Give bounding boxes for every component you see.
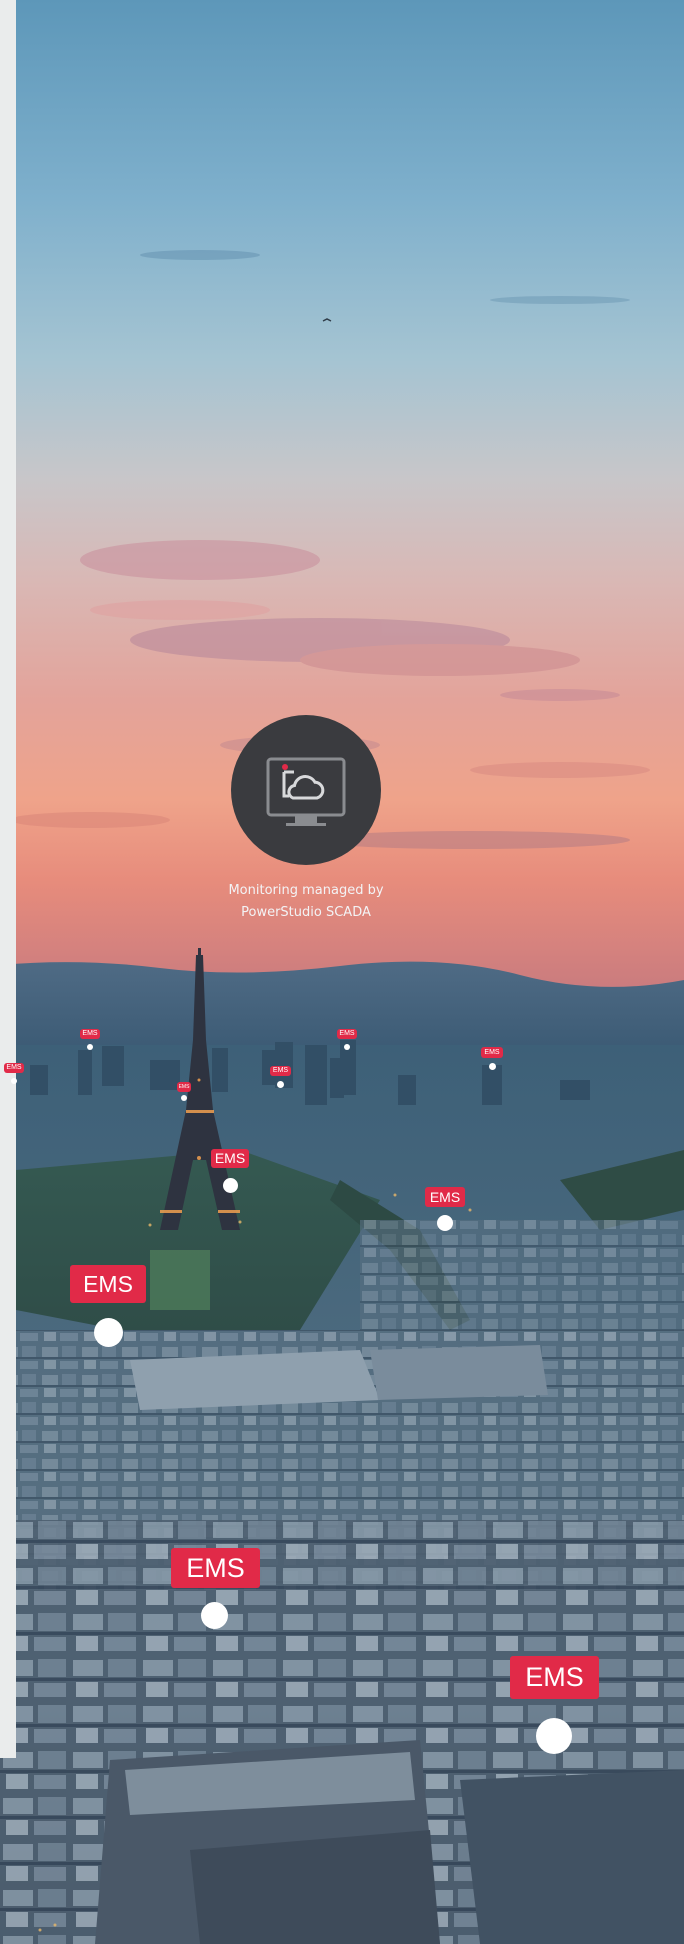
ems-dot (223, 1178, 238, 1193)
ems-tag: EMS (70, 1265, 146, 1303)
ems-dot (344, 1044, 350, 1050)
city-skyline-image (0, 0, 684, 1944)
ems-dot (181, 1095, 187, 1101)
ems-tag: EMS (510, 1656, 599, 1699)
ems-tag: EMS (177, 1082, 191, 1092)
monitor-caption: Monitoring managed by PowerStudio SCADA (196, 880, 416, 924)
ems-tag: EMS (80, 1029, 100, 1039)
ems-tag: EMS (270, 1066, 291, 1076)
ems-dot (94, 1318, 123, 1347)
left-sidebar-edge (0, 0, 16, 1758)
ems-tag: EMS (425, 1187, 465, 1207)
ems-tag: EMS (211, 1149, 249, 1168)
ems-tag: EMS (337, 1029, 357, 1039)
ems-dot (11, 1078, 17, 1084)
page: Monitoring managed by PowerStudio SCADA … (0, 0, 684, 1944)
caption-line-2: PowerStudio SCADA (241, 905, 371, 920)
ems-dot (536, 1718, 572, 1754)
cloud-monitor-icon (231, 715, 381, 865)
ems-dot (437, 1215, 453, 1231)
ems-dot (277, 1081, 284, 1088)
ems-tag: EMS (4, 1063, 24, 1073)
ems-dot (87, 1044, 93, 1050)
ems-dot (489, 1063, 496, 1070)
ems-tag: EMS (481, 1047, 503, 1058)
caption-line-1: Monitoring managed by (228, 883, 384, 898)
ems-tag: EMS (171, 1548, 260, 1588)
ems-dot (201, 1602, 228, 1629)
